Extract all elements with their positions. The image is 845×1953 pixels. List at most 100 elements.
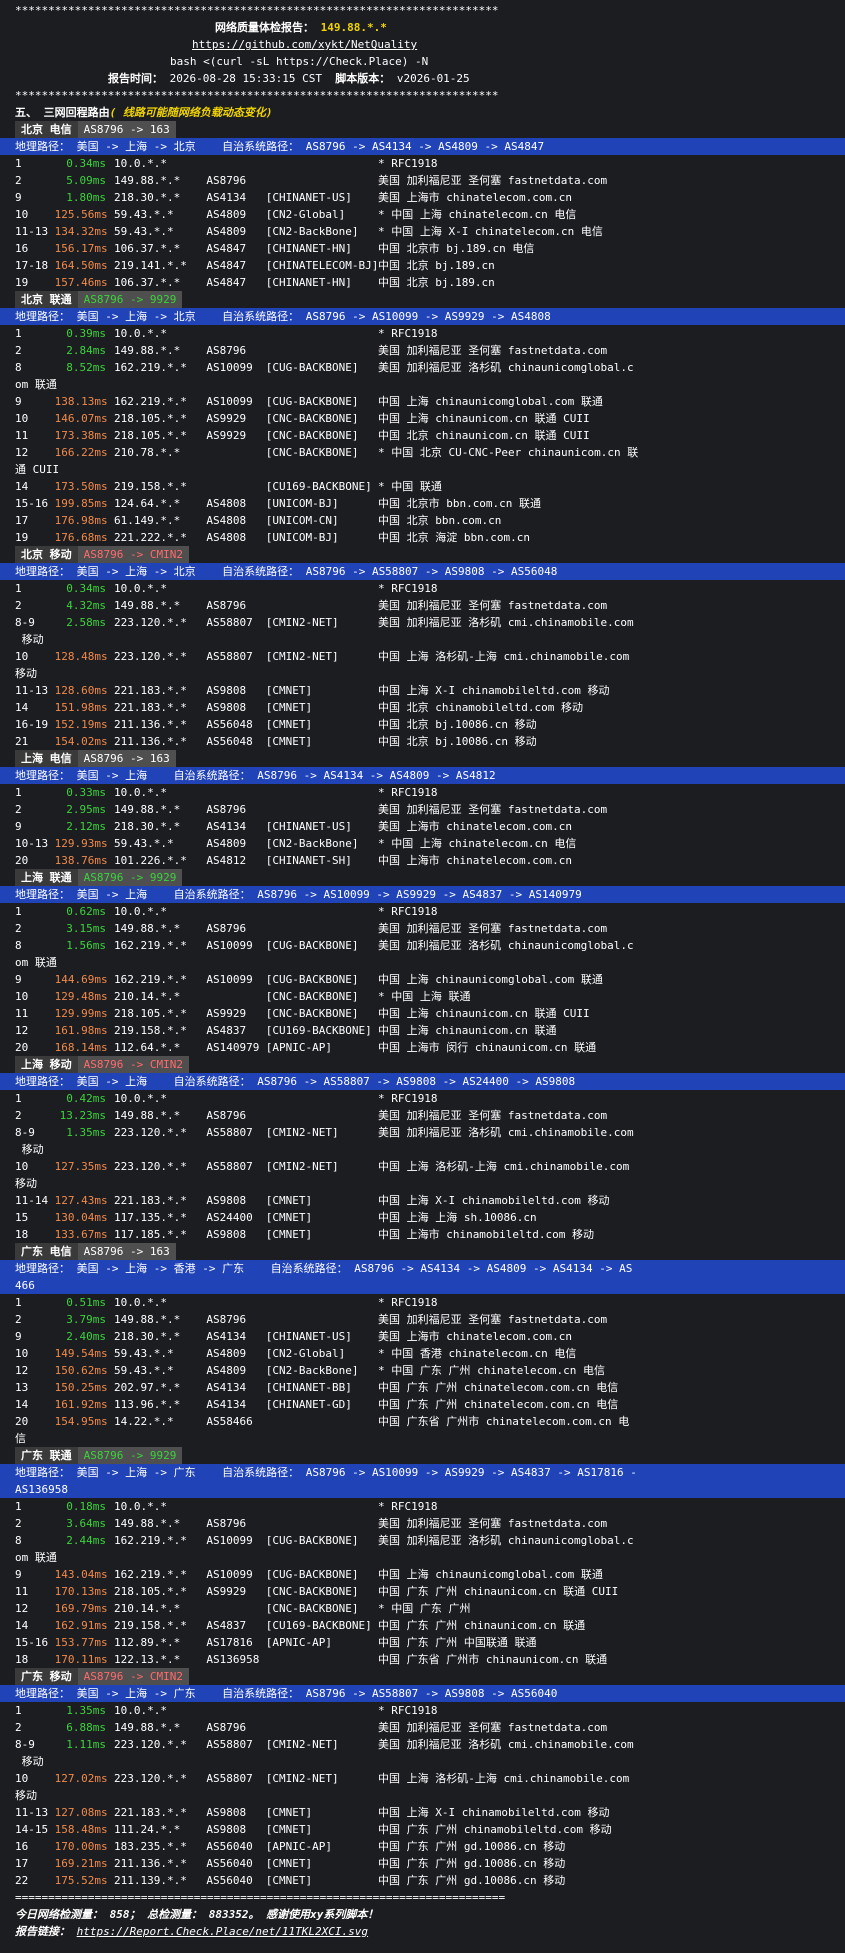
hop-asname: [CU169-BACKBONE] xyxy=(265,1024,372,1037)
hop-asname: [CHINANET-HN] xyxy=(265,276,352,289)
hop-ip: 59.43.*.* xyxy=(113,1347,174,1360)
hop-number: 8 xyxy=(15,1534,22,1547)
hop-asname: [CU169-BACKBONE] xyxy=(265,1619,372,1632)
hop-asn: AS4809 xyxy=(206,1347,247,1360)
route-as-tag: AS8796 -> 163 xyxy=(77,750,176,767)
hop-row: 14 162.91ms 219.158.*.* AS4837 [CU169-BACKBO… xyxy=(0,1617,845,1634)
hop-asn: AS58807 xyxy=(206,616,253,629)
hop-latency: 169.79ms xyxy=(54,1602,108,1615)
hop-asname: [CMNET] xyxy=(265,1806,313,1819)
hop-latency: 143.04ms xyxy=(54,1568,108,1581)
hop-location: 中国 北京市 bj.189.cn 电信 xyxy=(377,242,535,255)
hop-latency: 146.07ms xyxy=(54,412,108,425)
hop-number: 11 xyxy=(15,1007,29,1020)
version-label: 脚本版本： xyxy=(335,72,391,85)
hop-latency: 128.48ms xyxy=(54,650,108,663)
hop-latency: 150.62ms xyxy=(54,1364,108,1377)
hop-location: * RFC1918 xyxy=(377,327,438,340)
hop-asn: AS24400 xyxy=(206,1211,253,1224)
hop-asname: [CNC-BACKBONE] xyxy=(265,1585,359,1598)
hop-ip: 210.14.*.* xyxy=(113,1602,181,1615)
hop-row: 2 2.84ms 149.88.*.* AS8796 美国 加利福尼亚 圣何塞 fast… xyxy=(0,342,845,359)
hop-ip: 219.158.*.* xyxy=(113,1619,187,1632)
hop-asn: AS8796 xyxy=(206,803,247,816)
hop-latency: 169.21ms xyxy=(54,1857,108,1870)
hop-row: 11-13 127.08ms 221.183.*.* AS9808 [CMNET] 中国 … xyxy=(0,1804,845,1821)
hop-latency: 168.14ms xyxy=(54,1041,108,1054)
hop-ip: 210.78.*.* xyxy=(113,446,181,459)
hop-asname: [CUG-BACKBONE] xyxy=(265,1568,359,1581)
route-city-tag: 北京 电信 xyxy=(15,121,78,138)
hop-ip: 211.136.*.* xyxy=(113,718,187,731)
hop-row: 19 157.46ms 106.37.*.* AS4847 [CHINANET-HN] 中… xyxy=(0,274,845,291)
hop-latency: 2.58ms xyxy=(66,616,106,629)
hop-row: 9 1.80ms 218.30.*.* AS4134 [CHINANET-US] 美国 上… xyxy=(0,189,845,206)
route-path-cont: 466 xyxy=(0,1277,845,1294)
hop-asname: [CMNET] xyxy=(265,1823,313,1836)
hop-number: 21 xyxy=(15,735,29,748)
hop-location: 中国 广东 广州 中国联通 联通 xyxy=(377,1636,537,1649)
hop-row: 2 13.23ms 149.88.*.* AS8796 美国 加利福尼亚 圣何塞 fas… xyxy=(0,1107,845,1124)
hop-number: 14 xyxy=(15,480,29,493)
hop-number: 11 xyxy=(15,1585,29,1598)
hop-row: 11 129.99ms 218.105.*.* AS9929 [CNC-BACKBONE… xyxy=(0,1005,845,1022)
hop-number: 12 xyxy=(15,1602,29,1615)
hop-asn: AS4809 xyxy=(206,1364,247,1377)
footer-report-link[interactable]: https://Report.Check.Place/net/11TKL2XCI… xyxy=(77,1925,368,1938)
hop-asname: [CMNET] xyxy=(265,735,313,748)
route-header: 北京 联通 AS8796 -> 9929 xyxy=(0,291,845,308)
hop-ip: 149.88.*.* xyxy=(113,599,181,612)
route-city-tag: 广东 移动 xyxy=(15,1668,78,1685)
hop-asname: [CMNET] xyxy=(265,1211,313,1224)
hop-asname: [CMNET] xyxy=(265,701,313,714)
hop-asname: [CHINANET-US] xyxy=(265,191,352,204)
hop-location: 美国 加利福尼亚 洛杉矶 chinaunicomglobal.c xyxy=(377,939,634,952)
hop-number: 9 xyxy=(15,820,22,833)
hop-row: 17 176.98ms 61.149.*.* AS4808 [UNICOM-CN] 中国 … xyxy=(0,512,845,529)
route-block: 上海 移动 AS8796 -> CMIN2 地理路径： 美国 -> 上海 自治系统路… xyxy=(0,1056,845,1243)
hop-number: 19 xyxy=(15,276,29,289)
hop-asn: AS56040 xyxy=(206,1874,253,1887)
repo-link[interactable]: https://github.com/xykt/NetQuality xyxy=(0,36,845,53)
hop-latency: 129.48ms xyxy=(54,990,108,1003)
hop-latency: 173.50ms xyxy=(54,480,108,493)
hop-ip: 219.158.*.* xyxy=(113,1024,187,1037)
hop-latency: 133.67ms xyxy=(54,1228,108,1241)
route-city: 北京 xyxy=(21,548,43,561)
footer-link-label: 报告链接： xyxy=(15,1925,70,1938)
hop-ip: 10.0.*.* xyxy=(113,157,167,170)
hop-asname: [CNC-BACKBONE] xyxy=(265,1602,359,1615)
repo-url[interactable]: https://github.com/xykt/NetQuality xyxy=(192,38,417,51)
hop-location: 美国 上海市 chinatelecom.com.cn xyxy=(377,1330,573,1343)
hop-location-wrap: 信 xyxy=(15,1432,26,1445)
hop-latency: 154.02ms xyxy=(54,735,108,748)
hop-asn: AS9808 xyxy=(206,701,247,714)
hop-ip: 111.24.*.* xyxy=(113,1823,181,1836)
hop-ip: 101.226.*.* xyxy=(113,854,187,867)
hop-asname: [CNC-BACKBONE] xyxy=(265,412,359,425)
hop-number: 20 xyxy=(15,1041,29,1054)
hop-asn: AS4809 xyxy=(206,837,247,850)
hop-asname: [CHINANET-SH] xyxy=(265,854,352,867)
hop-row: 10 127.35ms 223.120.*.* AS58807 [CMIN2-NET] 中… xyxy=(0,1158,845,1175)
hop-ip: 211.136.*.* xyxy=(113,1857,187,1870)
hop-location: 中国 广东省 广州市 chinatelecom.com.cn 电 xyxy=(377,1415,630,1428)
hop-ip: 219.141.*.* xyxy=(113,259,187,272)
hop-location-wrap: 移动 xyxy=(15,1143,44,1156)
hop-ip: 10.0.*.* xyxy=(113,1296,167,1309)
hop-ip: 106.37.*.* xyxy=(113,242,181,255)
hop-location: 美国 加利福尼亚 洛杉矶 cmi.chinamobile.com xyxy=(377,616,634,629)
hop-number: 11-13 xyxy=(15,684,49,697)
hop-location: 中国 上海 洛杉矶-上海 cmi.chinamobile.com xyxy=(377,650,630,663)
hop-row: 9 143.04ms 162.219.*.* AS10099 [CUG-BACKBONE… xyxy=(0,1566,845,1583)
hop-number: 2 xyxy=(15,599,22,612)
hop-number: 10 xyxy=(15,1347,29,1360)
hop-latency: 3.79ms xyxy=(66,1313,106,1326)
hop-asn: AS56048 xyxy=(206,718,253,731)
hop-number: 8 xyxy=(15,939,22,952)
route-as-tag: AS8796 -> CMIN2 xyxy=(77,546,189,563)
hop-latency: 0.18ms xyxy=(66,1500,106,1513)
hop-asn: AS4134 xyxy=(206,1398,247,1411)
hop-location: * 中国 北京 CU-CNC-Peer chinaunicom.cn 联 xyxy=(377,446,639,459)
hop-ip: 221.183.*.* xyxy=(113,1806,187,1819)
